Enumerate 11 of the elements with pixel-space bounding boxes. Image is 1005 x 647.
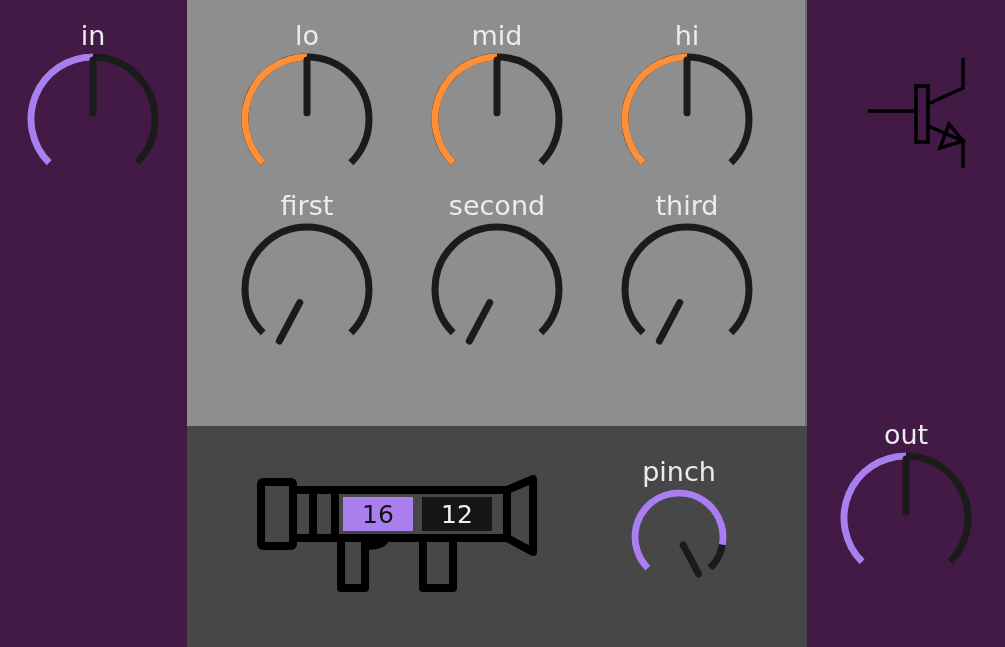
knob-label: second <box>448 189 546 223</box>
knob-label: out <box>883 418 929 452</box>
value-display[interactable]: 16 <box>343 497 413 531</box>
knob-label: mid <box>471 19 523 53</box>
knob-label: lo <box>295 19 319 53</box>
knob-label: in <box>80 19 106 53</box>
knob-label: hi <box>674 19 700 53</box>
knob-label: third <box>655 189 719 223</box>
knob-label: pinch <box>642 455 716 489</box>
value-display[interactable]: 12 <box>422 497 492 531</box>
knob-label: first <box>280 189 334 223</box>
